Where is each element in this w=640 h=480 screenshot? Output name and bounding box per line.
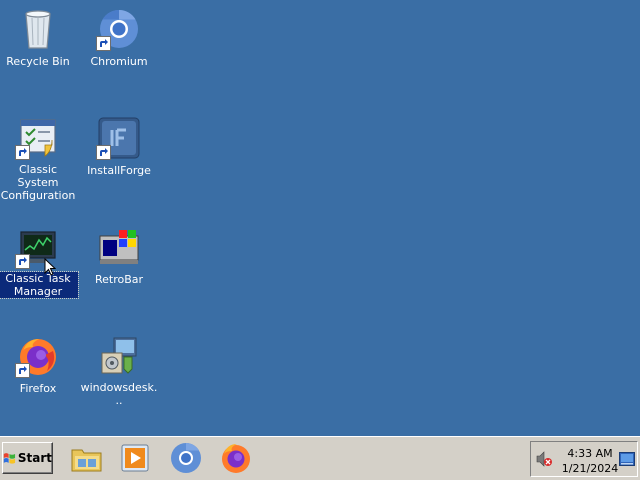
desktop-icon-retrobar[interactable]: RetroBar bbox=[79, 220, 159, 320]
shortcut-arrow-icon bbox=[15, 145, 30, 160]
desktop-icon-classic-task-manager[interactable]: Classic Task Manager bbox=[0, 220, 79, 320]
start-label: Start bbox=[17, 451, 52, 465]
quicklaunch-file-explorer[interactable] bbox=[70, 441, 104, 475]
system-configuration-icon bbox=[15, 117, 59, 160]
installer-package-icon bbox=[98, 335, 140, 377]
shortcut-arrow-icon bbox=[96, 36, 111, 51]
system-tray: 4:33 AM 1/21/2024 bbox=[530, 441, 638, 477]
shortcut-arrow-icon bbox=[15, 363, 30, 378]
quicklaunch-chromium[interactable] bbox=[169, 441, 203, 475]
desktop-icon-installforge[interactable]: InstallForge bbox=[79, 111, 159, 211]
chromium-icon bbox=[171, 443, 201, 473]
desktop-icon-label: Chromium bbox=[90, 55, 148, 68]
desktop-icon-classic-system-configuration[interactable]: Classic System Configuration bbox=[0, 111, 78, 211]
desktop-icon-label: Classic System Configuration bbox=[0, 163, 76, 202]
desktop-icon-label: windowsdesk... bbox=[80, 381, 158, 407]
volume-muted-icon[interactable] bbox=[535, 450, 553, 468]
mouse-cursor-icon bbox=[44, 258, 56, 276]
file-explorer-icon bbox=[71, 449, 102, 472]
installforge-icon bbox=[96, 117, 140, 160]
desktop-icon-label: Firefox bbox=[19, 382, 57, 395]
desktop-icon-label: Recycle Bin bbox=[6, 55, 70, 68]
media-player-icon bbox=[121, 444, 149, 472]
desktop[interactable]: Recycle Bin Chromium Classic System Conf… bbox=[0, 0, 640, 436]
desktop-icon-firefox[interactable]: Firefox bbox=[0, 329, 78, 429]
firefox-icon bbox=[15, 335, 59, 378]
quicklaunch-media-player[interactable] bbox=[119, 441, 153, 475]
recycle-bin-icon bbox=[17, 8, 59, 50]
desktop-icon-label: InstallForge bbox=[87, 164, 151, 177]
shortcut-arrow-icon bbox=[15, 254, 30, 269]
desktop-icon-label: RetroBar bbox=[94, 273, 144, 286]
taskbar: Start 4:33 AM 1/21/2024 bbox=[0, 436, 640, 480]
shortcut-arrow-icon bbox=[96, 145, 111, 160]
desktop-icon-label: Classic Task Manager bbox=[0, 271, 79, 299]
show-desktop-icon[interactable] bbox=[619, 452, 635, 466]
desktop-icon-chromium[interactable]: Chromium bbox=[79, 2, 159, 102]
retrobar-icon bbox=[98, 226, 140, 268]
chromium-icon bbox=[96, 8, 140, 51]
firefox-icon bbox=[222, 444, 250, 473]
quicklaunch-firefox[interactable] bbox=[219, 441, 253, 475]
clock[interactable]: 4:33 AM 1/21/2024 bbox=[557, 446, 623, 476]
start-button[interactable]: Start bbox=[2, 442, 53, 474]
windows-logo-icon bbox=[3, 453, 16, 464]
clock-time: 4:33 AM bbox=[567, 447, 613, 460]
clock-date: 1/21/2024 bbox=[561, 462, 619, 475]
desktop-icon-recycle-bin[interactable]: Recycle Bin bbox=[0, 2, 78, 102]
desktop-icon-windowsdesk[interactable]: windowsdesk... bbox=[79, 329, 159, 429]
